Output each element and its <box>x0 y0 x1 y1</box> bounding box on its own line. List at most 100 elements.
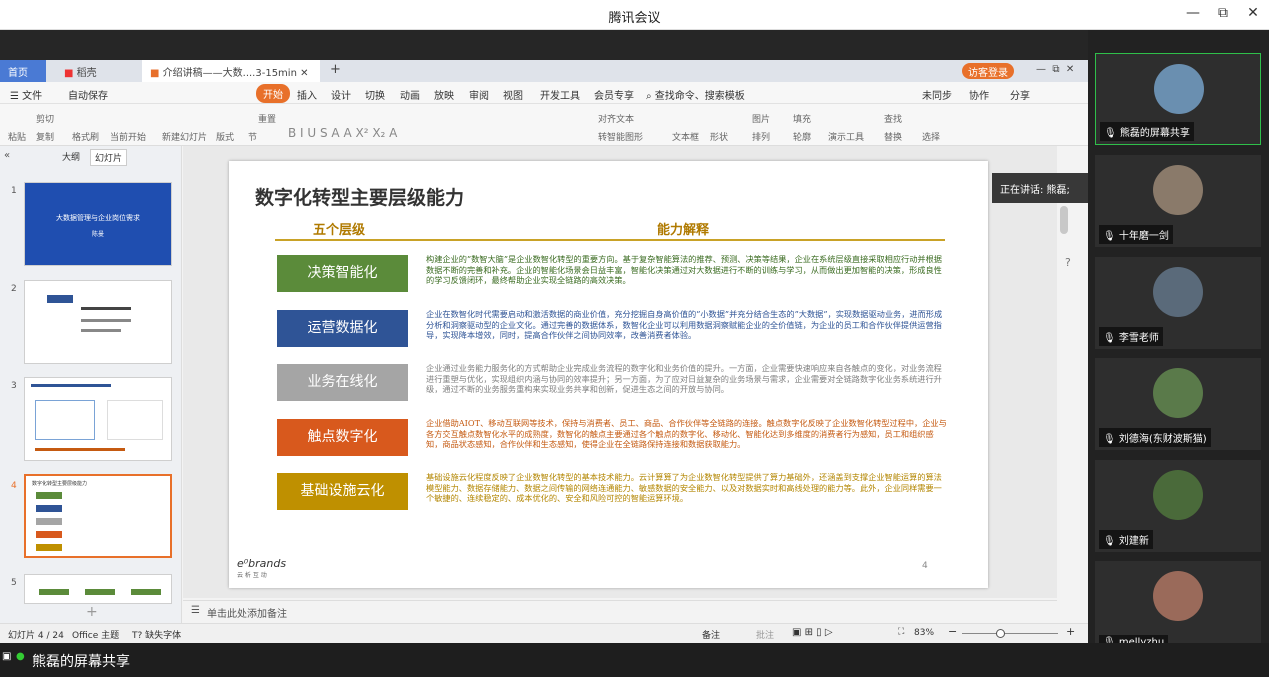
participant-name: 🎙 李雪老师 <box>1099 327 1163 346</box>
fit-icon[interactable]: ⛶ <box>898 627 904 637</box>
outline-button[interactable]: 轮廓 <box>793 130 811 143</box>
select-button[interactable]: 选择 <box>922 130 940 143</box>
participant-tile[interactable]: 🎙 熊磊的屏幕共享 <box>1095 53 1261 145</box>
guest-login-button[interactable]: 访客登录 <box>962 63 1014 79</box>
notes-toggle[interactable]: 备注 <box>702 628 720 641</box>
fill-button[interactable]: 填充 <box>793 112 811 125</box>
missing-font[interactable]: T? 缺失字体 <box>132 628 181 641</box>
font-style-buttons[interactable]: B I U S A A X² X₂ A <box>288 126 397 140</box>
shape-button[interactable]: 形状 <box>710 130 728 143</box>
add-slide-icon[interactable]: + <box>86 604 98 620</box>
docer-icon: ■ <box>64 68 77 79</box>
slide-thumb-3[interactable] <box>24 377 172 461</box>
slide-thumb-4[interactable]: 数字化转型主要层级能力 <box>24 474 172 558</box>
menu-autosave[interactable]: 自动保存 <box>68 87 108 102</box>
menu-file-label: 文件 <box>22 91 43 102</box>
copy-button[interactable]: 复制 <box>36 130 54 143</box>
menu-member[interactable]: 会员专享 <box>594 87 634 102</box>
view-mode-icons[interactable]: ▣ ⊞ ▯ ▷ <box>792 627 833 638</box>
tab-docer[interactable]: ■ 稻壳 <box>56 60 136 82</box>
menu-start[interactable]: 开始 <box>256 84 290 103</box>
participant-tile[interactable]: 🎙 十年磨一剑 <box>1095 155 1261 247</box>
align-text-button[interactable]: 对齐文本 <box>598 112 634 125</box>
maximize-button[interactable]: ⧉ <box>1213 5 1233 25</box>
collab-button[interactable]: 协作 <box>969 87 989 102</box>
comment-toggle[interactable]: 批注 <box>756 628 774 641</box>
zoom-slider[interactable] <box>962 633 1058 634</box>
menu-review[interactable]: 审阅 <box>469 87 489 102</box>
bottom-bar: ▣ ● 熊磊的屏幕共享 <box>0 643 1269 677</box>
smartart-button[interactable]: 转智能图形 <box>598 130 643 143</box>
zoom-level[interactable]: 83% <box>914 628 934 638</box>
reset-button[interactable]: 重置 <box>258 112 276 125</box>
brand-logo: e⁰brands <box>237 557 287 570</box>
textbox-button[interactable]: 文本框 <box>672 130 699 143</box>
slide-thumb-2[interactable] <box>24 280 172 364</box>
window-controls[interactable]: — ⧉ ✕ <box>1028 60 1082 82</box>
notes-icon: ☰ <box>191 605 200 616</box>
brand-logo-sub: 云 析 互 动 <box>237 572 267 579</box>
participant-tile[interactable]: 🎙 mellyzhu <box>1095 561 1261 653</box>
present-tool-button[interactable]: 演示工具 <box>828 130 864 143</box>
layout-button[interactable]: 版式 <box>216 130 234 143</box>
collapse-pane-icon[interactable]: « <box>4 150 10 161</box>
menu-slideshow[interactable]: 放映 <box>434 87 454 102</box>
share-button[interactable]: 分享 <box>1010 87 1030 102</box>
participant-tile[interactable]: 🎙 刘德海(东财波斯猫) <box>1095 358 1261 450</box>
section-button[interactable]: 节 <box>248 130 257 143</box>
close-tab-icon[interactable]: ✕ <box>300 68 308 79</box>
menu-file[interactable]: ☰ 文件 <box>10 87 42 102</box>
tab-home[interactable]: 首页 <box>0 60 46 82</box>
slide-thumb-5[interactable] <box>24 574 172 604</box>
new-slide-button[interactable]: 新建幻灯片 <box>162 130 207 143</box>
theme-name: Office 主题 <box>72 631 120 641</box>
cut-button[interactable]: 剪切 <box>36 112 54 125</box>
thumb-shape <box>81 319 131 322</box>
tab-outline[interactable]: 大纲 <box>62 150 80 163</box>
menu-switch[interactable]: 切换 <box>365 87 385 102</box>
notes-placeholder[interactable]: 单击此处添加备注 <box>207 605 287 620</box>
zoom-out-icon[interactable]: − <box>948 625 957 638</box>
menu-insert[interactable]: 插入 <box>297 87 317 102</box>
participant-avatar <box>1153 368 1203 418</box>
thumb-shape <box>36 518 62 525</box>
menu-design[interactable]: 设计 <box>331 87 351 102</box>
tab-slides[interactable]: 幻灯片 <box>90 149 128 166</box>
tab-presentation-label: 介绍讲稿——大数....3-15min <box>162 68 297 79</box>
help-icon[interactable]: ? <box>1065 256 1071 269</box>
menu-animation[interactable]: 动画 <box>400 87 420 102</box>
column-header-capability: 能力解释 <box>657 223 710 238</box>
new-tab-icon[interactable]: + <box>322 60 349 82</box>
arrange-button[interactable]: 排列 <box>752 130 770 143</box>
tab-presentation[interactable]: ■ 介绍讲稿——大数....3-15min ✕ <box>142 60 320 82</box>
level-description: 构建企业的”数智大脑”是企业数智化转型的重要方向。基于复杂智能算法的推荐、预测、… <box>426 254 942 286</box>
thumb-shape <box>36 492 62 499</box>
close-button[interactable]: ✕ <box>1243 5 1263 25</box>
participant-tile[interactable]: 🎙 李雪老师 <box>1095 257 1261 349</box>
replace-button[interactable]: 替换 <box>884 130 902 143</box>
menu-view[interactable]: 视图 <box>503 87 523 102</box>
paste-button[interactable]: 粘贴 <box>8 130 26 143</box>
zoom-in-icon[interactable]: + <box>1066 625 1075 638</box>
slide-title: 数字化转型主要层级能力 <box>255 187 465 209</box>
thumb-shape <box>31 384 111 387</box>
picture-button[interactable]: 图片 <box>752 112 770 125</box>
notes-bar[interactable]: ☰ 单击此处添加备注 <box>183 600 1057 621</box>
level-label: 触点数字化 <box>277 419 408 456</box>
screen-share-label: 熊磊的屏幕共享 <box>32 654 130 670</box>
unsynced-button[interactable]: 未同步 <box>922 87 952 102</box>
level-description: 企业在数智化时代需要启动和激活数据的商业价值，充分挖掘自身高价值的”小数据”并充… <box>426 309 943 341</box>
missing-font-label: 缺失字体 <box>145 631 182 641</box>
participant-tile[interactable]: 🎙 刘建新 <box>1095 460 1261 552</box>
minimize-button[interactable]: — <box>1183 5 1203 25</box>
scrollbar-thumb[interactable] <box>1060 206 1068 234</box>
thumb-shape <box>35 448 125 451</box>
search-command[interactable]: ⌕ 查找命令、搜索模板 <box>646 87 745 102</box>
find-button[interactable]: 查找 <box>884 112 902 125</box>
level-label: 决策智能化 <box>277 255 408 292</box>
format-painter-button[interactable]: 格式刷 <box>72 130 99 143</box>
slide-thumb-1[interactable]: 大数据管理与企业岗位需求 陈曼 <box>24 182 172 266</box>
zoom-slider-handle[interactable] <box>996 629 1005 638</box>
menu-dev[interactable]: 开发工具 <box>540 87 580 102</box>
current-start-button[interactable]: 当前开始 <box>110 130 146 143</box>
